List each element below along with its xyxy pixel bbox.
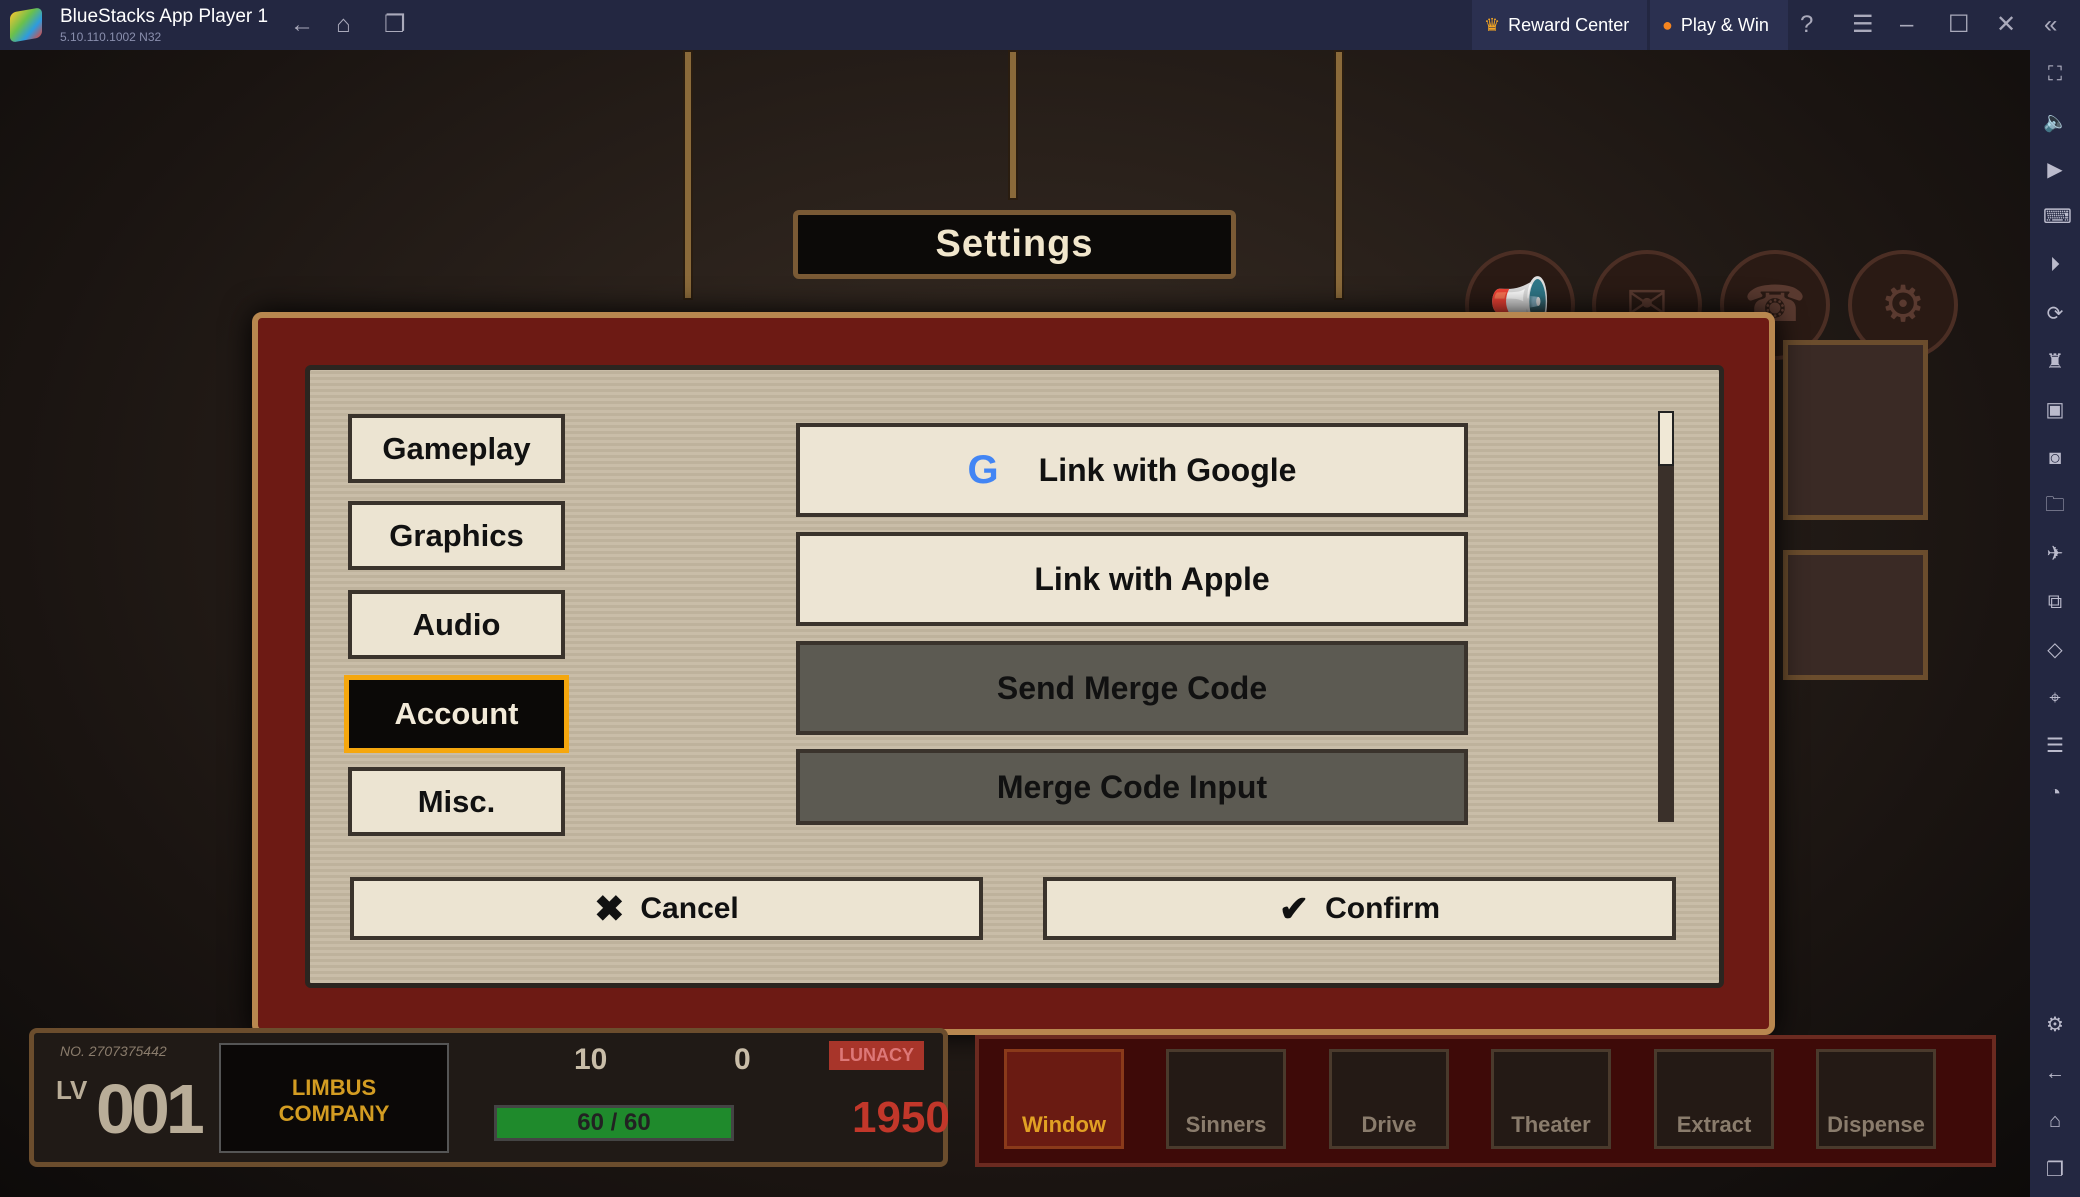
play-win-label: Play & Win: [1680, 14, 1769, 35]
tab-audio[interactable]: Audio: [348, 590, 565, 659]
link-apple-label: Link with Apple: [1034, 560, 1270, 597]
close-icon[interactable]: ✕: [1996, 10, 2016, 40]
google-icon: G: [967, 447, 999, 492]
character-portrait[interactable]: [1783, 340, 1928, 520]
scrollbar-thumb[interactable]: [1658, 411, 1674, 466]
x-icon: ✖: [594, 887, 625, 929]
media-icon[interactable]: ▶: [2043, 158, 2067, 182]
lunacy-label: LUNACY: [829, 1041, 924, 1070]
tab-account[interactable]: Account: [344, 675, 569, 753]
screenshot-icon[interactable]: ◙: [2043, 446, 2067, 470]
layers-icon[interactable]: ☰: [2043, 734, 2067, 758]
airplane-icon[interactable]: ✈: [2043, 542, 2067, 566]
macro-icon[interactable]: ⏵: [2043, 253, 2067, 277]
app-title: BlueStacks App Player 1: [60, 6, 269, 27]
app-version: 5.10.110.1002 N32: [60, 30, 162, 44]
link-google-label: Link with Google: [1038, 451, 1297, 488]
play-win-button[interactable]: ● Play & Win: [1650, 0, 1788, 50]
send-merge-code-button[interactable]: Send Merge Code: [796, 641, 1468, 735]
volume-icon[interactable]: 🔈: [2043, 110, 2068, 134]
home-icon[interactable]: ⌂: [336, 10, 351, 40]
crown-icon: ♛: [1484, 14, 1501, 35]
cancel-button[interactable]: ✖ Cancel: [350, 877, 983, 940]
location-icon[interactable]: ⌖: [2043, 686, 2067, 710]
back-icon[interactable]: ←: [2043, 1061, 2067, 1085]
title-bar: BlueStacks App Player 1 5.10.110.1002 N3…: [0, 0, 2080, 50]
currency-2: 0: [734, 1043, 751, 1076]
level-label: LV: [56, 1075, 88, 1105]
stamina-bar: 60 / 60: [494, 1105, 734, 1141]
player-number: NO. 2707375442: [60, 1043, 167, 1059]
help-icon[interactable]: ?: [1800, 10, 1813, 40]
bluestacks-logo: [10, 7, 42, 43]
tab-misc[interactable]: Misc.: [348, 767, 565, 836]
merge-code-input-button[interactable]: Merge Code Input: [796, 749, 1468, 825]
tab-graphics[interactable]: Graphics: [348, 501, 565, 570]
fullscreen-icon[interactable]: ⛶: [2043, 62, 2067, 86]
reward-center-label: Reward Center: [1508, 14, 1630, 35]
lunacy-count: 1950: [852, 1093, 950, 1142]
rotate-icon[interactable]: ⟳: [2043, 302, 2067, 326]
nav-dispense[interactable]: Dispense: [1816, 1049, 1936, 1149]
gamepad-icon[interactable]: ♜: [2043, 350, 2067, 374]
back-icon[interactable]: ←: [290, 10, 314, 40]
eraser-icon[interactable]: ◇: [2043, 638, 2067, 662]
chain: [1008, 50, 1018, 200]
link-apple-button[interactable]: Link with Apple: [796, 532, 1468, 626]
folder-icon[interactable]: 🗀: [2043, 493, 2067, 517]
confirm-label: Confirm: [1325, 891, 1441, 925]
recent-apps-icon[interactable]: ❐: [2043, 1158, 2067, 1182]
currency-1: 10: [574, 1043, 608, 1076]
cancel-label: Cancel: [640, 891, 739, 925]
coin-icon: ●: [1662, 14, 1673, 35]
multi-instance-icon[interactable]: ⧉: [2043, 590, 2067, 614]
home-icon[interactable]: ⌂: [2043, 1109, 2067, 1133]
recent-apps-icon[interactable]: ❐: [384, 10, 406, 40]
limbus-company-logo: LIMBUS COMPANY: [219, 1043, 449, 1153]
character-portrait[interactable]: [1783, 550, 1928, 680]
menu-icon[interactable]: ☰: [1852, 10, 1874, 40]
collapse-sidebar-icon[interactable]: «: [2044, 10, 2057, 40]
player-level: 001: [96, 1070, 205, 1148]
right-sidebar: ⛶ 🔈 ▶ ⌨ ⏵ ⟳ ♜ ▣ ◙ 🗀 ✈ ⧉ ◇ ⌖ ☰ ◔ ⚙ ← ⌂ ❐: [2030, 50, 2080, 1197]
link-google-button[interactable]: G Link with Google: [796, 423, 1468, 517]
check-icon: ✔: [1278, 887, 1310, 929]
minimize-icon[interactable]: –: [1900, 10, 1913, 40]
settings-icon[interactable]: ⚙: [2043, 1013, 2067, 1037]
scrollbar[interactable]: [1658, 411, 1674, 822]
apk-icon[interactable]: ▣: [2043, 398, 2067, 422]
settings-title: Settings: [793, 210, 1236, 279]
tab-gameplay[interactable]: Gameplay: [348, 414, 565, 483]
nav-theater[interactable]: Theater: [1491, 1049, 1611, 1149]
nav-sinners[interactable]: Sinners: [1166, 1049, 1286, 1149]
nav-window[interactable]: Window: [1004, 1049, 1124, 1149]
confirm-button[interactable]: ✔ Confirm: [1043, 877, 1676, 940]
maximize-icon[interactable]: ☐: [1948, 10, 1970, 40]
performance-icon[interactable]: ◔: [2043, 781, 2067, 805]
reward-center-button[interactable]: ♛ Reward Center: [1472, 0, 1647, 50]
keyboard-icon[interactable]: ⌨: [2043, 205, 2072, 229]
chain: [1334, 50, 1344, 300]
nav-drive[interactable]: Drive: [1329, 1049, 1449, 1149]
chain: [683, 50, 693, 300]
player-hud: NO. 2707375442 LV 001 LIMBUS COMPANY 10 …: [29, 1028, 950, 1167]
nav-extract[interactable]: Extract: [1654, 1049, 1774, 1149]
bottom-nav: Window Sinners Drive Theater Extract Dis…: [975, 1035, 1996, 1167]
